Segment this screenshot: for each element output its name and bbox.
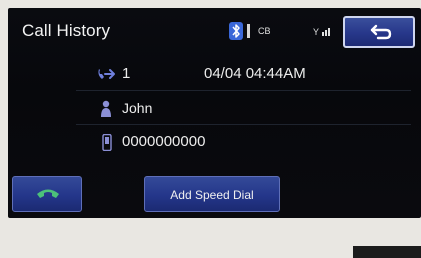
phone-number: 0000000000 bbox=[122, 133, 206, 150]
call-entry-row: 1 04/04 04:44AM bbox=[76, 60, 411, 91]
mobile-phone-icon bbox=[102, 134, 112, 151]
page-title: Call History bbox=[22, 21, 111, 40]
person-icon bbox=[101, 100, 111, 117]
call-button[interactable] bbox=[12, 176, 82, 212]
call-datetime: 04/04 04:44AM bbox=[204, 65, 306, 82]
outgoing-call-icon bbox=[98, 69, 115, 79]
add-speed-dial-label: Add Speed Dial bbox=[170, 188, 254, 202]
number-row: 0000000000 bbox=[76, 128, 411, 158]
return-arrow-icon bbox=[370, 24, 392, 40]
bluetooth-icon bbox=[229, 22, 243, 40]
add-speed-dial-button[interactable]: Add Speed Dial bbox=[144, 176, 280, 212]
battery-label: CB bbox=[258, 26, 271, 36]
handset-call-icon bbox=[37, 189, 59, 198]
call-count: 1 bbox=[122, 65, 131, 82]
contact-row: John bbox=[76, 94, 411, 125]
infotainment-screen: Call History CB Y 1 04/04 04:44AM John 0… bbox=[8, 8, 421, 218]
bluetooth-level-icon bbox=[247, 24, 250, 38]
back-button[interactable] bbox=[343, 16, 415, 48]
svg-text:Y: Y bbox=[313, 27, 319, 37]
contact-name: John bbox=[122, 100, 153, 116]
image-reference-tag bbox=[353, 246, 421, 258]
signal-strength-icon: Y bbox=[313, 27, 330, 37]
